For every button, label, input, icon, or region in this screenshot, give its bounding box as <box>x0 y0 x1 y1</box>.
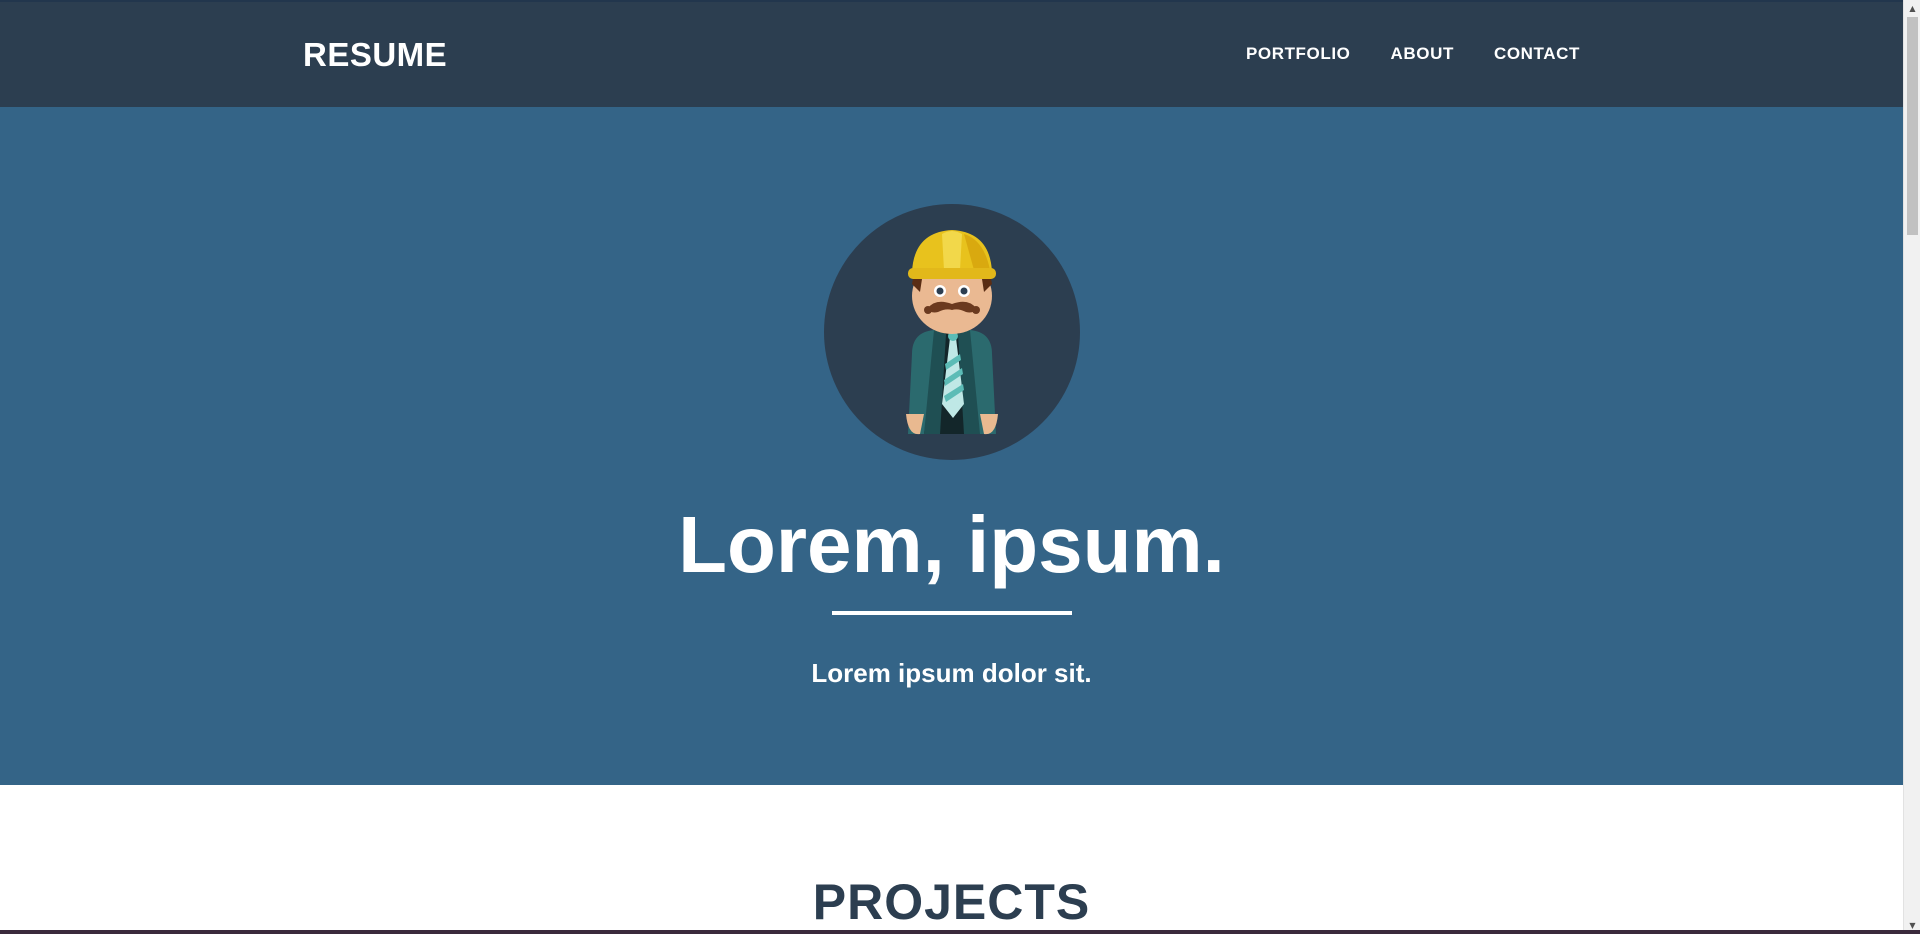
window-bottom-edge <box>0 930 1920 934</box>
projects-heading: PROJECTS <box>812 874 1091 930</box>
nav-links: PORTFOLIO ABOUT CONTACT <box>1246 44 1580 64</box>
nav-link-about[interactable]: ABOUT <box>1391 44 1454 64</box>
scroll-up-arrow-icon[interactable]: ▲ <box>1904 0 1920 17</box>
navbar: RESUME PORTFOLIO ABOUT CONTACT <box>0 0 1903 107</box>
scroll-thumb[interactable] <box>1907 17 1918 235</box>
avatar <box>824 204 1080 460</box>
hero-subtitle: Lorem ipsum dolor sit. <box>811 658 1092 688</box>
vertical-scrollbar[interactable]: ▲ ▼ <box>1903 0 1920 934</box>
brand-link[interactable]: RESUME <box>303 36 447 74</box>
hero-title: Lorem, ipsum. <box>678 500 1225 589</box>
hero-divider <box>832 611 1072 615</box>
construction-worker-avatar-icon <box>906 230 998 435</box>
page: RESUME PORTFOLIO ABOUT CONTACT Lorem, ip… <box>0 0 1903 934</box>
nav-link-portfolio[interactable]: PORTFOLIO <box>1246 44 1351 64</box>
nav-link-contact[interactable]: CONTACT <box>1494 44 1580 64</box>
hero-section: Lorem, ipsum. Lorem ipsum dolor sit. <box>0 107 1903 785</box>
